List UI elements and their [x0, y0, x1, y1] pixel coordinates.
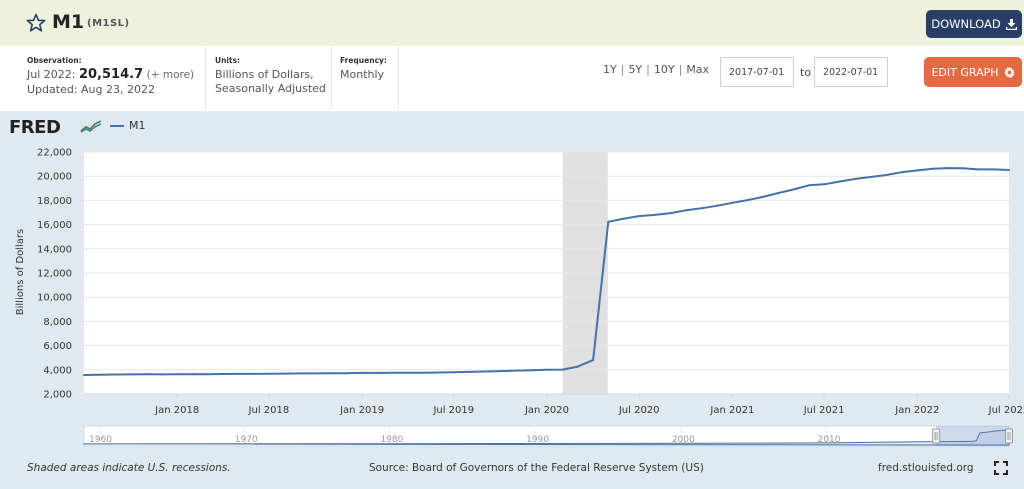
x-tick-label: Jan 2020 [524, 405, 569, 416]
navigator-selection [936, 426, 1009, 446]
x-tick-label: Jan 2022 [894, 405, 939, 416]
source-text: Source: Board of Governors of the Federa… [369, 462, 704, 474]
data-point [406, 371, 409, 374]
data-point [98, 373, 101, 376]
data-point [992, 168, 995, 171]
y-tick-label: 20,000 [37, 172, 72, 183]
x-tick-label: Jul 2020 [618, 405, 660, 416]
data-point [546, 368, 548, 371]
data-point [916, 169, 919, 172]
x-axis: Jan 2018 Jul 2018 Jan 2019 Jul 2019 Jan 2020… [84, 393, 1024, 416]
data-point [761, 196, 764, 198]
y-tick-label: 2,000 [43, 390, 72, 401]
data-point [145, 373, 148, 376]
range-navigator[interactable]: 1960 1970 1980 1990 2000 2010 [83, 425, 1013, 447]
data-point [900, 171, 903, 174]
data-point [114, 373, 117, 376]
data-point [314, 372, 317, 375]
data-point [838, 180, 841, 183]
data-point [191, 373, 194, 376]
data-point [607, 220, 610, 223]
data-point [700, 207, 703, 210]
data-point [361, 371, 364, 374]
data-point [792, 188, 795, 191]
data-point [345, 372, 348, 375]
data-point [391, 371, 393, 374]
navigator-handle[interactable] [932, 428, 941, 444]
y-tick-label: 18,000 [37, 196, 72, 207]
data-point [576, 365, 579, 368]
x-tick-label: Jan 2021 [709, 405, 754, 416]
y-axis: 2,000 4,000 6,000 8,000 10,000 12,000 14,000 16… [37, 148, 72, 401]
data-point [299, 372, 302, 375]
data-point [330, 372, 333, 375]
data-point [823, 183, 826, 186]
y-tick-label: 10,000 [37, 293, 72, 304]
data-point [176, 373, 179, 376]
data-point [1008, 169, 1010, 171]
x-tick-label: Jan 2019 [339, 405, 384, 416]
data-point [83, 374, 85, 376]
y-tick-label: 6,000 [43, 341, 72, 352]
y-tick-label: 14,000 [37, 244, 72, 255]
data-point [715, 204, 718, 207]
data-point [684, 209, 687, 212]
data-point [946, 167, 949, 170]
data-point [421, 371, 424, 374]
data-point [484, 370, 487, 373]
data-point [221, 373, 224, 375]
data-point [932, 167, 934, 170]
data-point [129, 373, 132, 376]
data-point [669, 212, 672, 215]
x-tick-label: Jul 2021 [803, 405, 845, 416]
x-tick-label: Jan 2018 [154, 405, 199, 416]
fullscreen-icon[interactable] [994, 461, 1008, 475]
data-point [807, 184, 810, 187]
data-point [885, 174, 888, 176]
data-point [623, 217, 625, 220]
data-point [561, 368, 564, 371]
data-point [638, 215, 641, 218]
data-point [977, 168, 980, 171]
data-point [468, 370, 471, 373]
site-link[interactable]: fred.stlouisfed.org [878, 462, 974, 474]
recession-note: Shaded areas indicate U.S. recessions. [27, 462, 231, 474]
data-point [252, 372, 255, 375]
data-point [869, 176, 872, 178]
data-point [160, 373, 163, 376]
x-tick-label: Jul 2022 [988, 405, 1024, 416]
data-point [283, 372, 286, 375]
data-point [777, 192, 779, 195]
y-tick-label: 4,000 [43, 365, 72, 376]
data-point [499, 370, 502, 373]
data-point [961, 167, 964, 170]
data-point [376, 371, 379, 374]
navigator-handle[interactable] [1005, 428, 1013, 444]
y-tick-label: 22,000 [37, 148, 72, 159]
chart-svg[interactable]: 2,000 4,000 6,000 8,000 10,000 12,000 14,000 16… [0, 0, 1024, 489]
data-point [237, 372, 239, 375]
data-point [854, 177, 857, 180]
x-tick-label: Jul 2018 [248, 405, 290, 416]
data-point [731, 201, 734, 204]
y-tick-label: 12,000 [37, 269, 72, 280]
data-point [267, 372, 270, 375]
data-point [452, 371, 455, 374]
y-tick-label: 8,000 [43, 317, 72, 328]
data-point [515, 369, 518, 372]
y-axis-label: Billions of Dollars [15, 229, 26, 315]
x-tick-label: Jul 2019 [432, 405, 474, 416]
y-tick-label: 16,000 [37, 220, 72, 231]
data-point [206, 373, 209, 376]
data-point [747, 199, 750, 201]
data-point [437, 371, 440, 374]
data-point [592, 359, 595, 362]
data-point [530, 369, 533, 372]
data-point [653, 213, 656, 216]
